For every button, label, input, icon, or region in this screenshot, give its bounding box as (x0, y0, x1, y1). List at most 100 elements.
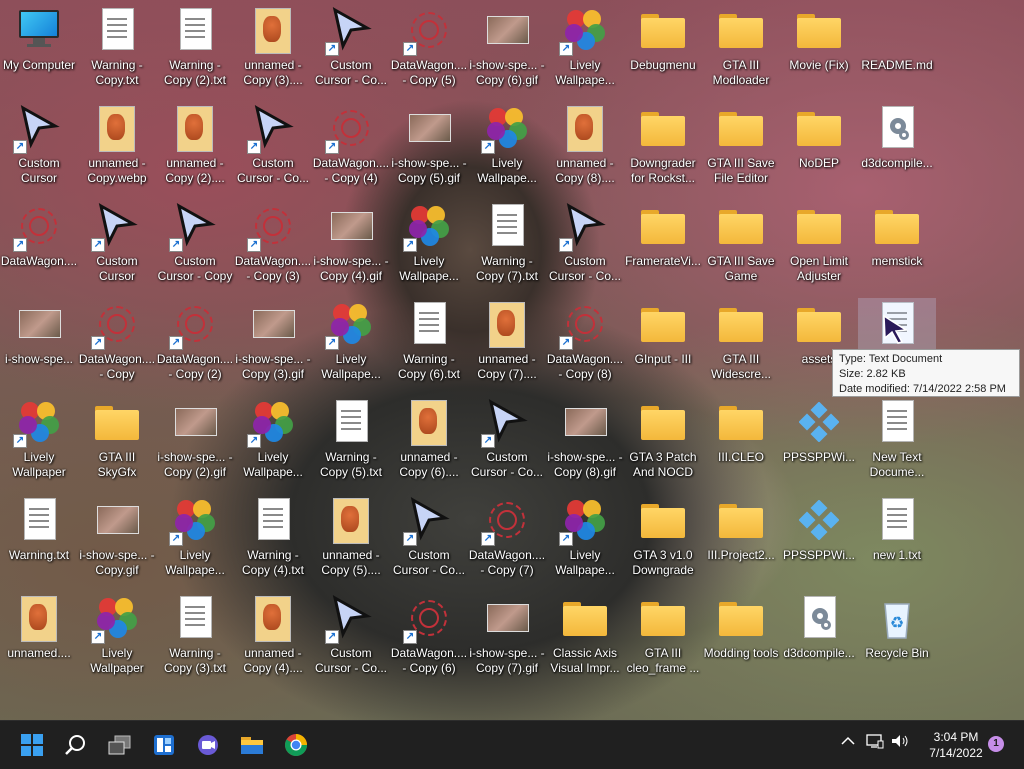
desktop-icon-folder[interactable]: Open Limit Adjuster (780, 198, 858, 294)
desktop-icon-doc[interactable]: new 1.txt (858, 492, 936, 588)
desktop-icon-lively[interactable]: ↗ Lively Wallpape... (312, 296, 390, 392)
teams-chat-button[interactable] (190, 727, 226, 763)
system-clock[interactable]: 3:04 PM 7/14/2022 (918, 729, 994, 761)
desktop-icon-rose[interactable]: ↗ DataWagon.... - Copy (8) (546, 296, 624, 392)
desktop-icon-cursor[interactable]: ↗ Custom Cursor - Co... (234, 100, 312, 196)
desktop-icon-folder[interactable]: GTA III Save File Editor (702, 100, 780, 196)
gif-icon (249, 6, 297, 54)
desktop-icon-blank[interactable]: README.md (858, 2, 936, 98)
desktop-icon-folder[interactable]: Debugmenu (624, 2, 702, 98)
desktop-icon-folder[interactable]: GInput - III (624, 296, 702, 392)
desktop-icon-gif[interactable]: unnamed - Copy (4).... (234, 590, 312, 686)
desktop-icon-lively[interactable]: ↗ Lively Wallpaper (0, 394, 78, 490)
desktop-icon-gear[interactable]: d3dcompile... (858, 100, 936, 196)
desktop-icon-folder[interactable]: Movie (Fix) (780, 2, 858, 98)
desktop-icon-thumb[interactable]: i-show-spe... - Copy (2).gif (156, 394, 234, 490)
desktop-icon-rose[interactable]: ↗ DataWagon.... - Copy (6) (390, 590, 468, 686)
desktop-icon-gif[interactable]: unnamed - Copy.webp (78, 100, 156, 196)
desktop-icon-ppsspp[interactable]: PPSSPPWi... (780, 492, 858, 588)
desktop-icon-cursor[interactable]: ↗ Custom Cursor - Co... (312, 2, 390, 98)
desktop-icon-rose[interactable]: ↗ DataWagon.... (0, 198, 78, 294)
start-button[interactable] (14, 727, 50, 763)
desktop-icon-rose[interactable]: ↗ DataWagon.... - Copy (7) (468, 492, 546, 588)
desktop-icon-pc[interactable]: My Computer (0, 2, 78, 98)
desktop-icon-folder[interactable]: Downgrader for Rockst... (624, 100, 702, 196)
folder-icon (639, 202, 687, 250)
desktop-icon-cursor[interactable]: ↗ Custom Cursor - Co... (546, 198, 624, 294)
desktop-icon-folder[interactable]: III.CLEO (702, 394, 780, 490)
desktop-icon-thumb[interactable]: i-show-spe... - Copy.gif (78, 492, 156, 588)
volume-icon[interactable] (890, 733, 910, 752)
desktop-icon-recycle[interactable]: ♻ Recycle Bin (858, 590, 936, 686)
task-view-button[interactable] (102, 727, 138, 763)
desktop-icon-rose[interactable]: ↗ DataWagon.... - Copy (3) (234, 198, 312, 294)
desktop-icon-thumb[interactable]: i-show-spe... (0, 296, 78, 392)
desktop-icon-folder[interactable]: GTA III SkyGfx (78, 394, 156, 490)
desktop-icon-label: Recycle Bin (865, 646, 929, 660)
desktop-icon-folder[interactable]: GTA III Save Game (702, 198, 780, 294)
desktop-icon-folder[interactable]: Classic Axis Visual Impr... (546, 590, 624, 686)
network-icon[interactable] (866, 733, 884, 752)
desktop-icon-doc[interactable]: Warning.txt (0, 492, 78, 588)
desktop-icon-gif[interactable]: unnamed - Copy (3).... (234, 2, 312, 98)
desktop-icon-folder[interactable]: GTA 3 Patch And NOCD (624, 394, 702, 490)
desktop-icon-folder[interactable]: GTA III cleo_frame ... (624, 590, 702, 686)
desktop-icon-gif[interactable]: unnamed - Copy (2).... (156, 100, 234, 196)
chrome-button[interactable] (278, 727, 314, 763)
search-button[interactable] (58, 727, 94, 763)
desktop-icon-rose[interactable]: ↗ DataWagon.... - Copy (2) (156, 296, 234, 392)
desktop-icon-thumb[interactable]: i-show-spe... - Copy (4).gif (312, 198, 390, 294)
desktop-icon-lively[interactable]: ↗ Lively Wallpape... (390, 198, 468, 294)
desktop-icon-folder[interactable]: III.Project2... (702, 492, 780, 588)
desktop-icon-rose[interactable]: ↗ DataWagon.... - Copy (4) (312, 100, 390, 196)
desktop-icon-gear[interactable]: d3dcompile... (780, 590, 858, 686)
desktop-icon-folder[interactable]: memstick (858, 198, 936, 294)
desktop-icon-cursor[interactable]: ↗ Custom Cursor - Copy (156, 198, 234, 294)
folder-icon (795, 104, 843, 152)
desktop-icon-thumb[interactable]: i-show-spe... - Copy (6).gif (468, 2, 546, 98)
desktop-icon-gif[interactable]: unnamed - Copy (7).... (468, 296, 546, 392)
desktop-icon-folder[interactable]: FramerateVi... (624, 198, 702, 294)
desktop-icon-gif[interactable]: unnamed - Copy (8).... (546, 100, 624, 196)
desktop-icon-folder[interactable]: GTA III Modloader (702, 2, 780, 98)
desktop-icon-thumb[interactable]: i-show-spe... - Copy (8).gif (546, 394, 624, 490)
desktop-icon-doc[interactable]: Warning - Copy (6).txt (390, 296, 468, 392)
desktop-icon-doc[interactable]: Warning - Copy (2).txt (156, 2, 234, 98)
desktop-icon-doc[interactable]: Warning - Copy (4).txt (234, 492, 312, 588)
desktop-icon-folder[interactable]: GTA 3 v1.0 Downgrade (624, 492, 702, 588)
desktop-icon-lively[interactable]: ↗ Lively Wallpape... (546, 2, 624, 98)
desktop-icon-gif[interactable]: unnamed.... (0, 590, 78, 686)
desktop-icon-cursor[interactable]: ↗ Custom Cursor - Co... (390, 492, 468, 588)
desktop-icon-rose[interactable]: ↗ DataWagon.... - Copy (78, 296, 156, 392)
desktop-icon-lively[interactable]: ↗ Lively Wallpape... (546, 492, 624, 588)
desktop-icon-lively[interactable]: ↗ Lively Wallpape... (234, 394, 312, 490)
desktop-icon-cursor[interactable]: ↗ Custom Cursor (0, 100, 78, 196)
desktop-icon-thumb[interactable]: i-show-spe... - Copy (5).gif (390, 100, 468, 196)
widgets-button[interactable] (146, 727, 182, 763)
desktop-icon-thumb[interactable]: i-show-spe... - Copy (7).gif (468, 590, 546, 686)
desktop-icon-lively[interactable]: ↗ Lively Wallpaper (78, 590, 156, 686)
show-hidden-icons-chevron-icon[interactable] (840, 733, 856, 752)
doc-icon (405, 300, 453, 348)
desktop-icon-gif[interactable]: unnamed - Copy (6).... (390, 394, 468, 490)
desktop-icon-cursor[interactable]: ↗ Custom Cursor - Co... (312, 590, 390, 686)
desktop-icon-lively[interactable]: ↗ Lively Wallpape... (468, 100, 546, 196)
desktop-icon-gif[interactable]: unnamed - Copy (5).... (312, 492, 390, 588)
desktop-icon-thumb[interactable]: i-show-spe... - Copy (3).gif (234, 296, 312, 392)
desktop-icon-folder[interactable]: NoDEP (780, 100, 858, 196)
desktop-icon-doc[interactable]: Warning - Copy (3).txt (156, 590, 234, 686)
desktop-icon-doc[interactable]: Warning - Copy (7).txt (468, 198, 546, 294)
desktop-icon-rose[interactable]: ↗ DataWagon.... - Copy (5) (390, 2, 468, 98)
desktop-icon-doc[interactable]: New Text Docume... (858, 394, 936, 490)
desktop-icon-folder[interactable]: GTA III Widescre... (702, 296, 780, 392)
desktop-icon-doc[interactable]: Warning - Copy.txt (78, 2, 156, 98)
shortcut-arrow-icon: ↗ (481, 532, 495, 546)
notification-badge[interactable]: 1 (988, 736, 1004, 752)
desktop-icon-doc[interactable]: Warning - Copy (5).txt (312, 394, 390, 490)
desktop-icon-cursor[interactable]: ↗ Custom Cursor - Co... (468, 394, 546, 490)
desktop-icon-lively[interactable]: ↗ Lively Wallpape... (156, 492, 234, 588)
desktop-icon-folder[interactable]: Modding tools (702, 590, 780, 686)
desktop-icon-ppsspp[interactable]: PPSSPPWi... (780, 394, 858, 490)
file-explorer-button[interactable] (234, 727, 270, 763)
desktop-icon-cursor[interactable]: ↗ Custom Cursor (78, 198, 156, 294)
